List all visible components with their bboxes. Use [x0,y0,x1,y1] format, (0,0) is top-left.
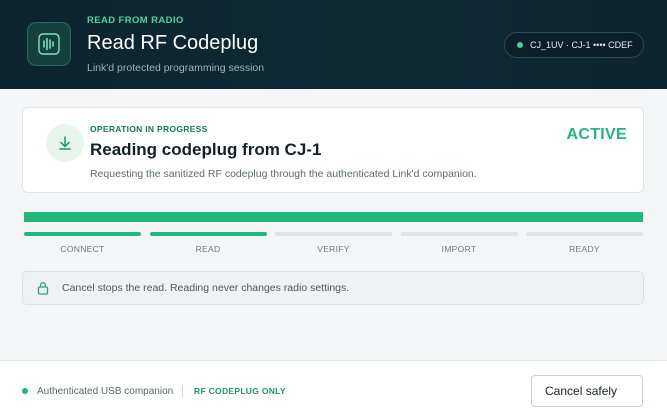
page-title: Read RF Codeplug [87,32,259,54]
step-indicator: CONNECT READ VERIFY IMPORT READY [24,232,643,256]
step-bar [275,232,392,236]
step-label: VERIFY [317,244,350,254]
step-bar [526,232,643,236]
divider [182,385,183,398]
cancel-button[interactable]: Cancel safely [531,375,643,407]
operation-overline: OPERATION IN PROGRESS [90,124,208,134]
scope-badge: RF CODEPLUG ONLY [194,386,286,396]
header-overline: READ FROM RADIO [87,15,184,26]
step-connect: CONNECT [24,232,141,256]
connection-label: Authenticated USB companion [37,386,174,397]
connection-status-dot [22,388,28,394]
download-icon [46,124,84,162]
step-verify: VERIFY [275,232,392,256]
info-notice: Cancel stops the read. Reading never cha… [22,271,644,305]
step-label: READY [569,244,600,254]
step-ready: READY [526,232,643,256]
step-bar [400,232,518,236]
step-read: READ [149,232,267,256]
header: READ FROM RADIO Read RF Codeplug Link'd … [0,0,667,89]
step-bar [24,232,141,236]
step-label: IMPORT [441,244,477,254]
notice-text: Cancel stops the read. Reading never cha… [62,282,350,294]
step-label: READ [195,244,221,254]
operation-description: Requesting the sanitized RF codeplug thr… [90,168,477,180]
progress-bar [24,212,643,222]
progress-bar-fill [24,212,643,222]
operation-card: OPERATION IN PROGRESS Reading codeplug f… [22,107,644,193]
lock-icon [36,281,50,295]
page-subtitle: Link'd protected programming session [87,62,265,74]
footer: Authenticated USB companion RF CODEPLUG … [0,360,667,419]
status-badge: ACTIVE [566,126,627,143]
step-label: CONNECT [60,244,105,254]
connection-status-dot [517,42,523,48]
waveform-icon [27,22,71,66]
device-badge[interactable]: CJ_1UV · CJ-1 •••• CDEF [504,32,644,58]
device-label: CJ_1UV · CJ-1 •••• CDEF [530,40,633,50]
step-bar [149,232,267,236]
operation-title: Reading codeplug from CJ-1 [90,140,322,159]
step-import: IMPORT [400,232,518,256]
